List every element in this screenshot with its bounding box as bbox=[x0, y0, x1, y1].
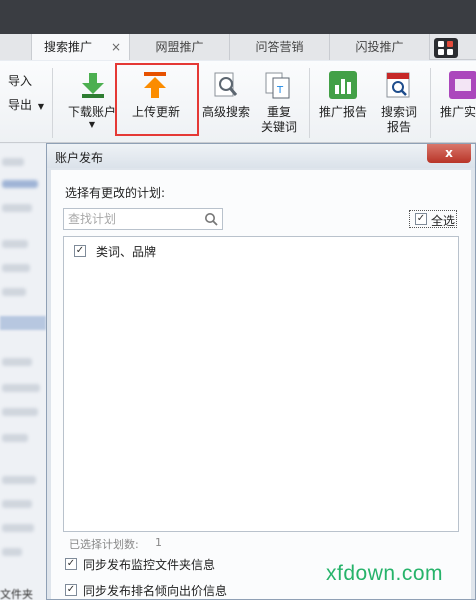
chevron-down-icon: ▼ bbox=[37, 102, 44, 111]
tree-item[interactable] bbox=[2, 358, 32, 366]
tab-left-stub bbox=[0, 34, 32, 60]
close-icon[interactable]: x bbox=[427, 144, 471, 163]
download-icon bbox=[78, 70, 108, 100]
export-menu[interactable]: 导出 ▼ bbox=[8, 96, 44, 113]
tree-item[interactable] bbox=[2, 500, 32, 508]
import-label: 导入 bbox=[8, 74, 33, 88]
account-publish-dialog: 账户发布 x 选择有更改的计划: ✓ 全选 ✓ 类词、品牌 已选择计划数: 1 … bbox=[46, 143, 476, 600]
tab-label: 搜索推广 bbox=[44, 40, 93, 54]
dialog-body: 选择有更改的计划: ✓ 全选 ✓ 类词、品牌 已选择计划数: 1 ✓ 同步发布监… bbox=[51, 170, 471, 599]
dialog-title-bar[interactable]: 账户发布 x bbox=[47, 144, 475, 168]
select-all-checkbox[interactable]: ✓ bbox=[415, 213, 427, 225]
tree-item-selected[interactable] bbox=[0, 316, 46, 330]
dialog-title: 账户发布 bbox=[55, 151, 104, 165]
tab-label: 闪投推广 bbox=[355, 40, 404, 54]
sync-monitor-folder-label[interactable]: 同步发布监控文件夹信息 bbox=[83, 556, 215, 573]
tree-item[interactable] bbox=[2, 524, 34, 532]
tree-item[interactable] bbox=[2, 204, 32, 212]
tab-close-icon[interactable]: × bbox=[111, 34, 121, 60]
section-label: 选择有更改的计划: bbox=[65, 186, 166, 200]
plan-label[interactable]: 类词、品牌 bbox=[96, 243, 156, 260]
tab-network-alliance[interactable]: 网盟推广 bbox=[130, 34, 230, 60]
tree-item[interactable] bbox=[2, 408, 38, 416]
select-all-label[interactable]: 全选 bbox=[431, 212, 455, 229]
sync-monitor-folder-checkbox[interactable]: ✓ bbox=[65, 558, 77, 570]
chevron-down-icon: ▼ bbox=[88, 120, 96, 129]
tab-qa-marketing[interactable]: 问答营销 bbox=[230, 34, 330, 60]
account-tree-panel: 文件夹 bbox=[0, 144, 46, 600]
plan-search-input[interactable] bbox=[68, 211, 196, 227]
tree-item[interactable] bbox=[2, 434, 28, 442]
tab-flash-promotion[interactable]: 闪投推广 bbox=[330, 34, 430, 60]
tree-item[interactable] bbox=[2, 158, 24, 166]
duplicate-keyword-button[interactable]: 重复 关键词 bbox=[254, 105, 304, 135]
app-grid-icon[interactable] bbox=[434, 38, 458, 58]
search-term-report-label-1: 搜索词 bbox=[380, 105, 417, 119]
search-term-report-icon bbox=[384, 70, 414, 100]
tree-item[interactable] bbox=[2, 180, 38, 188]
promotion-realtime-button[interactable]: 推广实 bbox=[440, 105, 476, 120]
tree-item[interactable] bbox=[2, 288, 26, 296]
duplicate-keyword-label-1: 重复 bbox=[266, 105, 291, 119]
toolbar-divider bbox=[309, 68, 310, 138]
promotion-report-button[interactable]: 推广报告 bbox=[314, 105, 372, 120]
svg-text:T: T bbox=[276, 85, 284, 96]
window-top-bar bbox=[0, 0, 476, 34]
download-account-label: 下载账户 bbox=[67, 105, 116, 119]
advanced-search-button[interactable]: 高级搜索 bbox=[198, 105, 254, 120]
advanced-search-label: 高级搜索 bbox=[201, 105, 250, 119]
selected-count-value: 1 bbox=[155, 536, 162, 549]
promotion-realtime-label: 推广实 bbox=[440, 105, 476, 119]
export-label: 导出 bbox=[8, 98, 33, 112]
tab-label: 网盟推广 bbox=[155, 40, 204, 54]
duplicate-keyword-label-2: 关键词 bbox=[260, 120, 297, 134]
duplicate-keyword-icon: T bbox=[263, 70, 293, 100]
search-icon[interactable] bbox=[204, 212, 218, 226]
selected-count-label: 已选择计划数: bbox=[69, 538, 139, 551]
search-term-report-button[interactable]: 搜索词 报告 bbox=[372, 105, 426, 135]
tree-item[interactable] bbox=[2, 548, 22, 556]
tree-item[interactable] bbox=[2, 476, 36, 484]
plan-search-box[interactable] bbox=[63, 208, 223, 230]
tree-item[interactable] bbox=[2, 264, 30, 272]
search-term-report-label-2: 报告 bbox=[386, 120, 411, 134]
promotion-report-label: 推广报告 bbox=[318, 105, 367, 119]
watermark: xfdown.com bbox=[326, 562, 444, 585]
tab-search-promotion[interactable]: 搜索推广 × bbox=[32, 34, 130, 60]
tree-item[interactable] bbox=[2, 240, 28, 248]
toolbar-divider bbox=[430, 68, 431, 138]
plan-list: ✓ 类词、品牌 bbox=[63, 236, 459, 532]
report-chart-icon bbox=[328, 70, 358, 100]
import-menu[interactable]: 导入 bbox=[8, 72, 32, 89]
tab-label: 问答营销 bbox=[255, 40, 304, 54]
advanced-search-icon bbox=[211, 70, 241, 100]
plan-checkbox[interactable]: ✓ bbox=[74, 245, 86, 257]
toolbar-divider bbox=[52, 68, 53, 138]
tree-item[interactable] bbox=[2, 384, 40, 392]
tab-bar: 搜索推广 × 网盟推广 问答营销 闪投推广 bbox=[0, 34, 476, 60]
sync-rank-bid-label[interactable]: 同步发布排名倾向出价信息 bbox=[83, 582, 227, 599]
highlight-box bbox=[115, 63, 199, 136]
sync-rank-bid-checkbox[interactable]: ✓ bbox=[65, 584, 77, 596]
promotion-realtime-icon bbox=[448, 70, 476, 100]
tree-folder-label: 文件夹 bbox=[0, 588, 33, 600]
download-account-button[interactable]: 下载账户 ▼ bbox=[64, 105, 120, 130]
